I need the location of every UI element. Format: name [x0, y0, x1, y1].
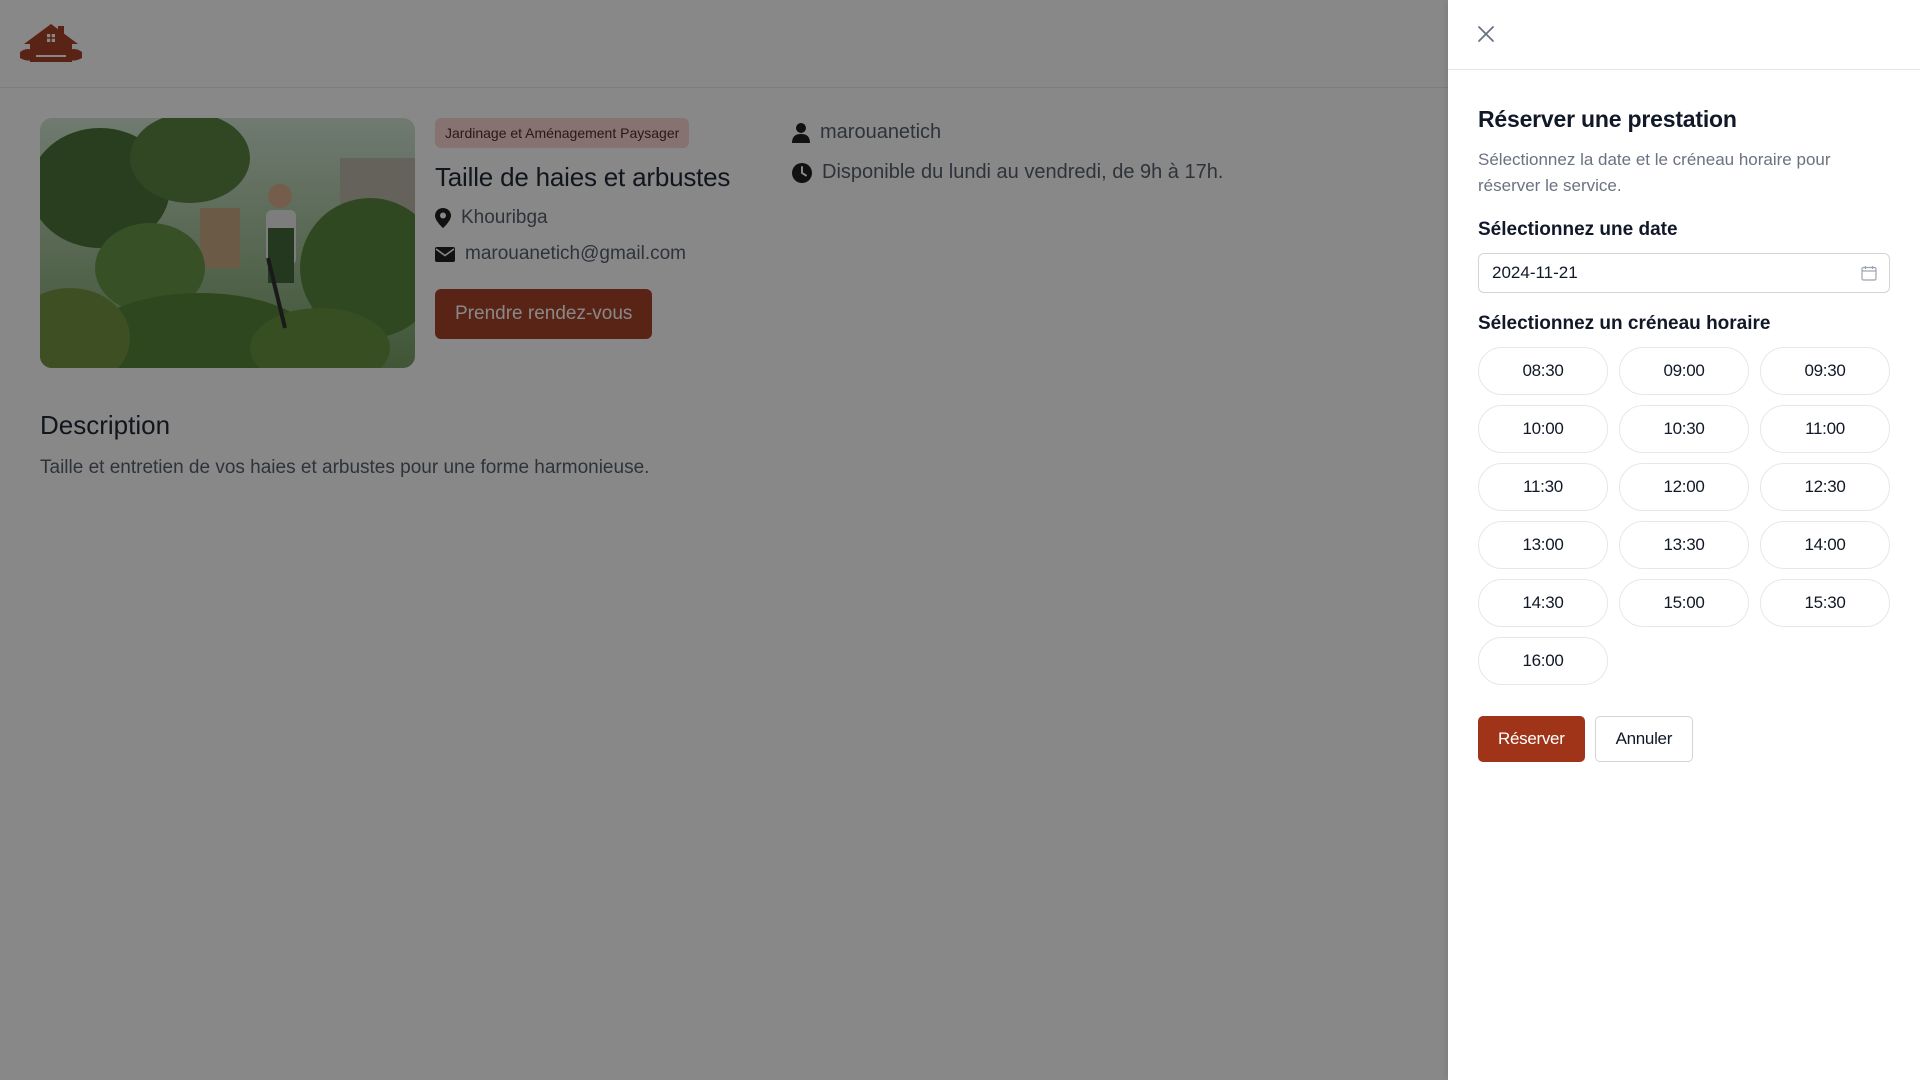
- reserve-button[interactable]: Réserver: [1478, 716, 1585, 762]
- drawer-title: Réserver une prestation: [1478, 106, 1737, 132]
- calendar-icon[interactable]: [1861, 265, 1877, 281]
- slot-label: Sélectionnez un créneau horaire: [1478, 313, 1771, 334]
- time-slot-button[interactable]: 16:00: [1478, 637, 1608, 685]
- time-slot-button[interactable]: 11:30: [1478, 463, 1608, 511]
- drawer-header: [1448, 0, 1920, 70]
- time-slot-button[interactable]: 13:00: [1478, 521, 1608, 569]
- time-slot-button[interactable]: 09:00: [1619, 347, 1749, 395]
- time-slot-button[interactable]: 15:00: [1619, 579, 1749, 627]
- time-slot-button[interactable]: 12:00: [1619, 463, 1749, 511]
- time-slot-button[interactable]: 12:30: [1760, 463, 1890, 511]
- date-input[interactable]: 2024-11-21: [1478, 253, 1890, 293]
- date-value: 2024-11-21: [1492, 263, 1578, 282]
- time-slot-button[interactable]: 14:30: [1478, 579, 1608, 627]
- time-slot-button[interactable]: 15:30: [1760, 579, 1890, 627]
- booking-drawer: Réserver une prestation Sélectionnez la …: [1448, 0, 1920, 1080]
- drawer-actions: Réserver Annuler: [1478, 716, 1890, 762]
- time-slot-button[interactable]: 11:00: [1760, 405, 1890, 453]
- drawer-body: Réserver une prestation Sélectionnez la …: [1448, 70, 1920, 762]
- time-slot-button[interactable]: 13:30: [1619, 521, 1749, 569]
- time-slot-grid: 08:30 09:00 09:30 10:00 10:30 11:00 11:30 12:00…: [1478, 347, 1890, 685]
- cancel-button[interactable]: Annuler: [1594, 716, 1694, 762]
- close-icon[interactable]: [1474, 22, 1498, 46]
- drawer-subtitle: Sélectionnez la date et le créneau horai…: [1478, 150, 1831, 195]
- time-slot-button[interactable]: 08:30: [1478, 347, 1608, 395]
- time-slot-button[interactable]: 09:30: [1760, 347, 1890, 395]
- date-label: Sélectionnez une date: [1478, 219, 1678, 240]
- time-slot-button[interactable]: 10:30: [1619, 405, 1749, 453]
- time-slot-button[interactable]: 14:00: [1760, 521, 1890, 569]
- time-slot-button[interactable]: 10:00: [1478, 405, 1608, 453]
